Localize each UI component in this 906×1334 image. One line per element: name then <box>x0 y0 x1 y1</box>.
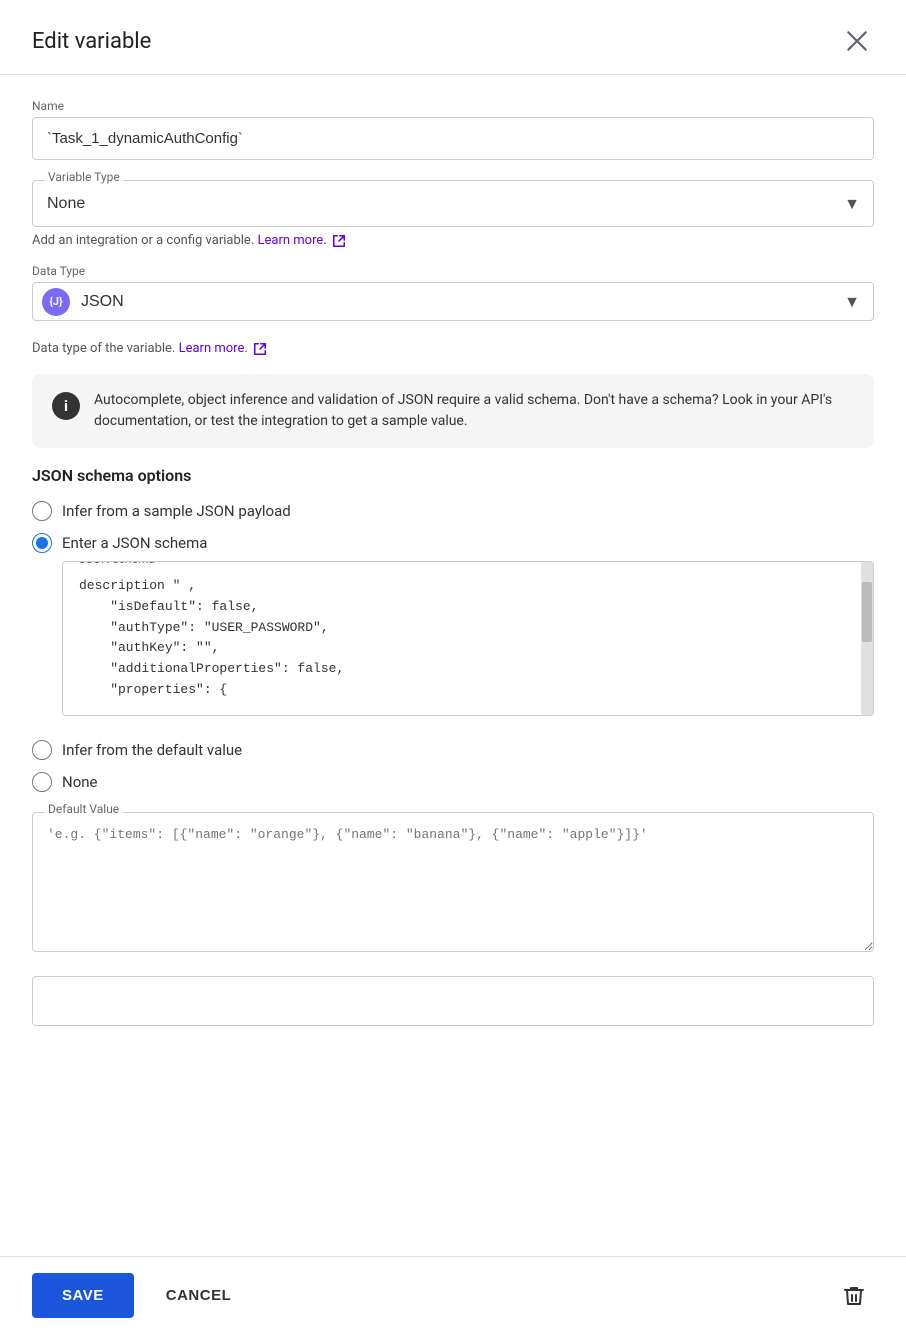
variable-type-learn-more-link[interactable]: Learn more. <box>257 233 345 248</box>
variable-type-select[interactable]: None Integration Config <box>32 180 874 227</box>
radio-infer-default[interactable]: Infer from the default value <box>32 740 874 760</box>
name-label: Name <box>32 99 874 113</box>
dialog-body: Name Variable Type None Integration Conf… <box>0 75 906 1256</box>
radio-enter-schema-input[interactable] <box>32 533 52 553</box>
radio-enter-schema-container: Enter a JSON schema JSON schema descript… <box>32 533 874 728</box>
json-scrollbar[interactable] <box>861 562 873 715</box>
dialog-title: Edit variable <box>32 29 151 54</box>
json-schema-content[interactable]: description " , "isDefault": false, "aut… <box>63 562 873 715</box>
edit-variable-dialog: Edit variable Name Variable Type None In… <box>0 0 906 1334</box>
data-type-group: Data Type {J} JSON String Number Boolean… <box>32 264 874 321</box>
json-line-2: "isDefault": false, <box>79 597 857 618</box>
json-scrollbar-thumb <box>862 582 872 642</box>
trash-icon <box>842 1284 866 1308</box>
radio-none-label: None <box>62 773 98 791</box>
radio-enter-schema[interactable]: Enter a JSON schema <box>32 533 874 553</box>
data-type-external-link-icon <box>253 342 267 356</box>
default-value-textarea[interactable] <box>32 812 874 952</box>
data-type-label: Data Type <box>32 264 874 278</box>
description-field[interactable] <box>32 976 874 1026</box>
save-button[interactable]: SAVE <box>32 1273 134 1318</box>
variable-type-label: Variable Type <box>44 170 124 184</box>
data-type-learn-more-link[interactable]: Learn more. <box>179 341 267 356</box>
radio-none[interactable]: None <box>32 772 874 792</box>
name-input[interactable] <box>32 117 874 160</box>
json-line-4: "authKey": "", <box>79 638 857 659</box>
json-schema-section: JSON schema options <box>32 466 874 485</box>
radio-infer-default-label: Infer from the default value <box>62 741 242 759</box>
json-schema-editor: JSON schema description " , "isDefault":… <box>62 561 874 716</box>
info-text: Autocomplete, object inference and valid… <box>94 390 854 432</box>
json-schema-label: JSON schema <box>75 561 159 566</box>
radio-infer-default-input[interactable] <box>32 740 52 760</box>
external-link-icon <box>332 234 346 248</box>
default-value-container: Default Value <box>32 812 874 956</box>
variable-type-helper: Add an integration or a config variable.… <box>32 233 874 248</box>
data-type-helper: Data type of the variable. Learn more. <box>32 341 874 356</box>
json-schema-radio-group: Infer from a sample JSON payload Enter a… <box>32 501 874 792</box>
delete-button[interactable] <box>834 1276 874 1316</box>
close-button[interactable] <box>840 24 874 58</box>
data-type-select[interactable]: JSON String Number Boolean <box>32 282 874 321</box>
radio-none-input[interactable] <box>32 772 52 792</box>
json-schema-section-title: JSON schema options <box>32 466 874 485</box>
radio-infer-sample[interactable]: Infer from a sample JSON payload <box>32 501 874 521</box>
dialog-header: Edit variable <box>0 0 906 75</box>
variable-type-group: Variable Type None Integration Config ▼ <box>32 180 874 227</box>
info-icon: i <box>52 392 80 420</box>
cancel-button[interactable]: CANCEL <box>150 1273 248 1318</box>
radio-infer-sample-input[interactable] <box>32 501 52 521</box>
data-type-wrapper: {J} JSON String Number Boolean ▼ <box>32 282 874 321</box>
json-line-3: "authType": "USER_PASSWORD", <box>79 618 857 639</box>
close-icon <box>844 28 870 54</box>
variable-type-select-wrapper: None Integration Config ▼ <box>32 180 874 227</box>
radio-infer-sample-label: Infer from a sample JSON payload <box>62 502 291 520</box>
json-line-1: description " , <box>79 576 857 597</box>
info-box: i Autocomplete, object inference and val… <box>32 374 874 448</box>
radio-enter-schema-label: Enter a JSON schema <box>62 534 207 552</box>
json-line-6: "properties": { <box>79 680 857 701</box>
name-field-group: Name <box>32 99 874 160</box>
default-value-label: Default Value <box>44 802 123 816</box>
dialog-footer: SAVE CANCEL <box>0 1256 906 1334</box>
json-line-5: "additionalProperties": false, <box>79 659 857 680</box>
